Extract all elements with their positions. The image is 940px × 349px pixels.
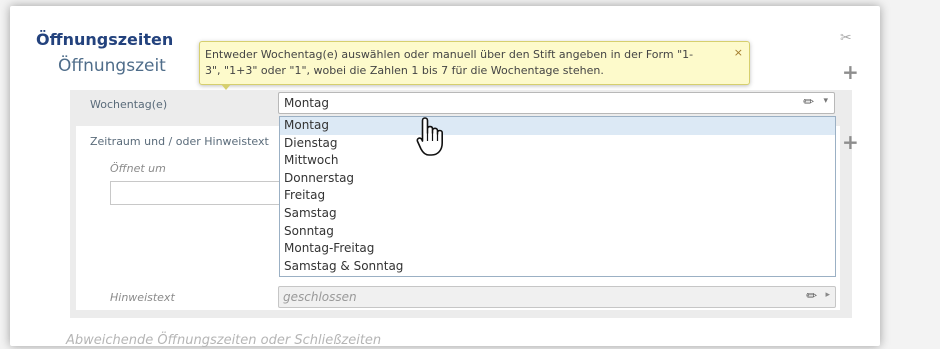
tooltip-arrow	[221, 84, 231, 90]
dropdown-option-samstag-sonntag[interactable]: Samstag & Sonntag	[280, 258, 835, 276]
chevron-down-icon[interactable]: ▾	[823, 96, 828, 106]
subsection-title: Öffnungszeit	[58, 56, 166, 76]
dropdown-option-montag-freitag[interactable]: Montag-Freitag	[280, 240, 835, 258]
dropdown-option-montag[interactable]: Montag	[280, 117, 835, 135]
hand-cursor-icon	[416, 116, 446, 164]
oeffnet-um-input[interactable]	[110, 181, 280, 205]
add-zeitraum-plus-icon[interactable]: +	[842, 130, 859, 154]
tooltip-line-2: 3", "1+3" oder "1", wobei die Zahlen 1 b…	[205, 64, 604, 77]
dropdown-option-sonntag[interactable]: Sonntag	[280, 223, 835, 241]
hinweistext-label: Hinweistext	[110, 291, 175, 304]
close-icon[interactable]: ×	[734, 45, 743, 61]
add-oeffnungszeit-plus-icon[interactable]: +	[842, 60, 859, 84]
pencil-icon[interactable]: ✏	[803, 95, 814, 110]
scissors-icon[interactable]: ✂	[840, 30, 852, 46]
dropdown-option-mittwoch[interactable]: Mittwoch	[280, 152, 835, 170]
abweichende-oeffnungszeiten-heading: Abweichende Öffnungszeiten oder Schließz…	[66, 333, 382, 348]
dropdown-option-freitag[interactable]: Freitag	[280, 187, 835, 205]
wochentag-select[interactable]: Montag ✏ ▾	[278, 92, 835, 114]
hinweistext-value: geschlossen	[283, 290, 357, 304]
chevron-right-icon[interactable]: ▸	[825, 290, 830, 300]
pencil-icon[interactable]: ✏	[806, 289, 817, 304]
dropdown-option-dienstag[interactable]: Dienstag	[280, 135, 835, 153]
tooltip: Entweder Wochentag(e) auswählen oder man…	[199, 41, 750, 85]
section-title: Öffnungszeiten	[36, 30, 174, 49]
wochentag-label: Wochentag(e)	[90, 98, 168, 111]
dropdown-option-samstag[interactable]: Samstag	[280, 205, 835, 223]
wochentag-dropdown-list: Montag Dienstag Mittwoch Donnerstag Frei…	[279, 116, 836, 277]
tooltip-line-1: Entweder Wochentag(e) auswählen oder man…	[205, 48, 694, 61]
oeffnet-um-label: Öffnet um	[110, 162, 166, 175]
wochentag-select-value: Montag	[284, 96, 329, 110]
hinweistext-field[interactable]: geschlossen ✏ ▸	[278, 286, 836, 308]
zeitraum-label: Zeitraum und / oder Hinweistext	[90, 135, 269, 148]
dropdown-option-donnerstag[interactable]: Donnerstag	[280, 170, 835, 188]
